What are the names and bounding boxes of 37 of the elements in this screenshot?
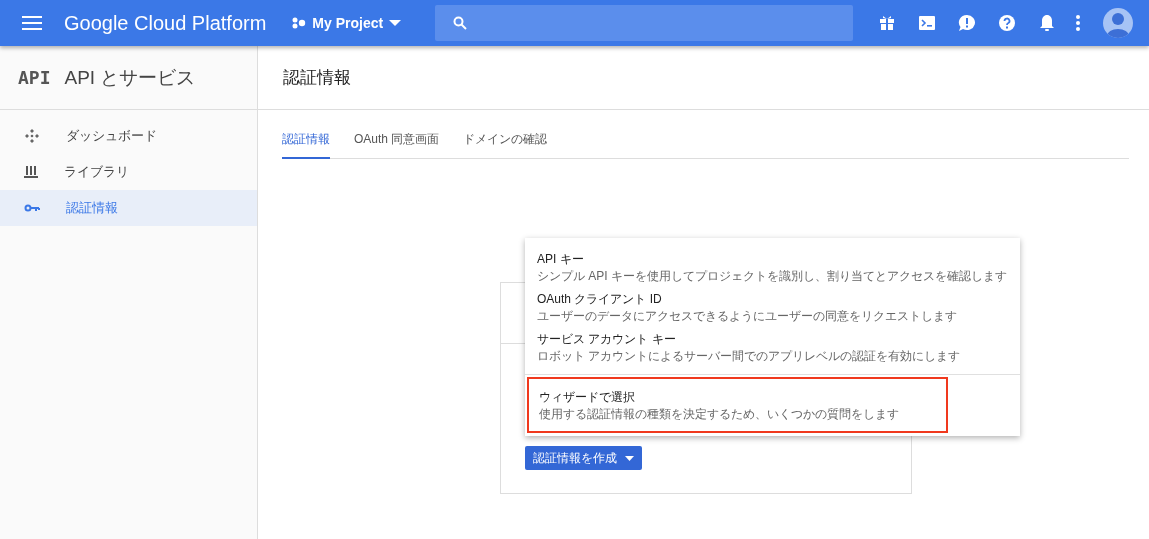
create-credentials-button[interactable]: 認証情報を作成 <box>525 446 642 470</box>
key-icon <box>24 203 40 213</box>
product-name: Google Cloud Platform <box>64 11 267 35</box>
menu-item-description: シンプル API キーを使用してプロジェクトを識別し、割り当てとアクセスを確認します <box>537 268 1008 285</box>
search-icon <box>453 16 468 30</box>
project-selector[interactable]: My Project <box>292 15 402 31</box>
sidebar-item-label: ダッシュボード <box>66 127 157 145</box>
tab[interactable]: ドメインの確認 <box>463 131 548 159</box>
sidebar-item-label: ライブラリ <box>64 163 129 181</box>
dashboard-icon <box>24 128 40 144</box>
project-name: My Project <box>312 15 384 31</box>
sidebar-item-label: 認証情報 <box>66 199 118 217</box>
tab[interactable]: OAuth 同意画面 <box>354 131 440 159</box>
sidebar-item[interactable]: 認証情報 <box>0 190 257 226</box>
menu-item-title: API キー <box>537 251 585 268</box>
sidebar-item[interactable]: ダッシュボード <box>0 118 257 154</box>
menu-item-title: OAuth クライアント ID <box>537 291 663 308</box>
tab[interactable]: 認証情報 <box>282 131 330 159</box>
menu-item-description: ロボット アカウントによるサーバー間でのアプリレベルの認証を有効にします <box>537 348 962 365</box>
page-title: 認証情報 <box>283 67 351 89</box>
menu-item-description: ユーザーのデータにアクセスできるようにユーザーの同意をリクエストします <box>537 308 958 325</box>
library-icon <box>24 165 38 179</box>
avatar[interactable] <box>1103 8 1133 38</box>
menu-item[interactable]: サービス アカウント キー ロボット アカウントによるサーバー間でのアプリレベルの認証を有効にします <box>525 328 1020 368</box>
menu-item-description: 使用する認証情報の種類を決定するため、いくつかの質問をします <box>539 406 900 423</box>
menu-item-title: サービス アカウント キー <box>537 331 677 348</box>
menu-item[interactable]: API キー シンプル API キーを使用してプロジェクトを識別し、割り当てとアクセスを確認します <box>525 248 1020 288</box>
menu-item[interactable]: ウィザードで選択 使用する認証情報の種類を決定するため、いくつかの質問をします <box>527 377 948 433</box>
api-logo: API <box>18 67 51 88</box>
menu-item-title: ウィザードで選択 <box>539 389 636 406</box>
caret-icon <box>389 20 402 26</box>
caret-icon <box>625 455 634 461</box>
project-icon <box>292 17 307 29</box>
search-field[interactable] <box>435 5 854 41</box>
sidebar-title: API とサービス <box>64 65 196 90</box>
sidebar-item[interactable]: ライブラリ <box>0 154 257 190</box>
menu-item[interactable]: OAuth クライアント ID ユーザーのデータにアクセスできるようにユーザーの同意をリクエストします <box>525 288 1020 328</box>
